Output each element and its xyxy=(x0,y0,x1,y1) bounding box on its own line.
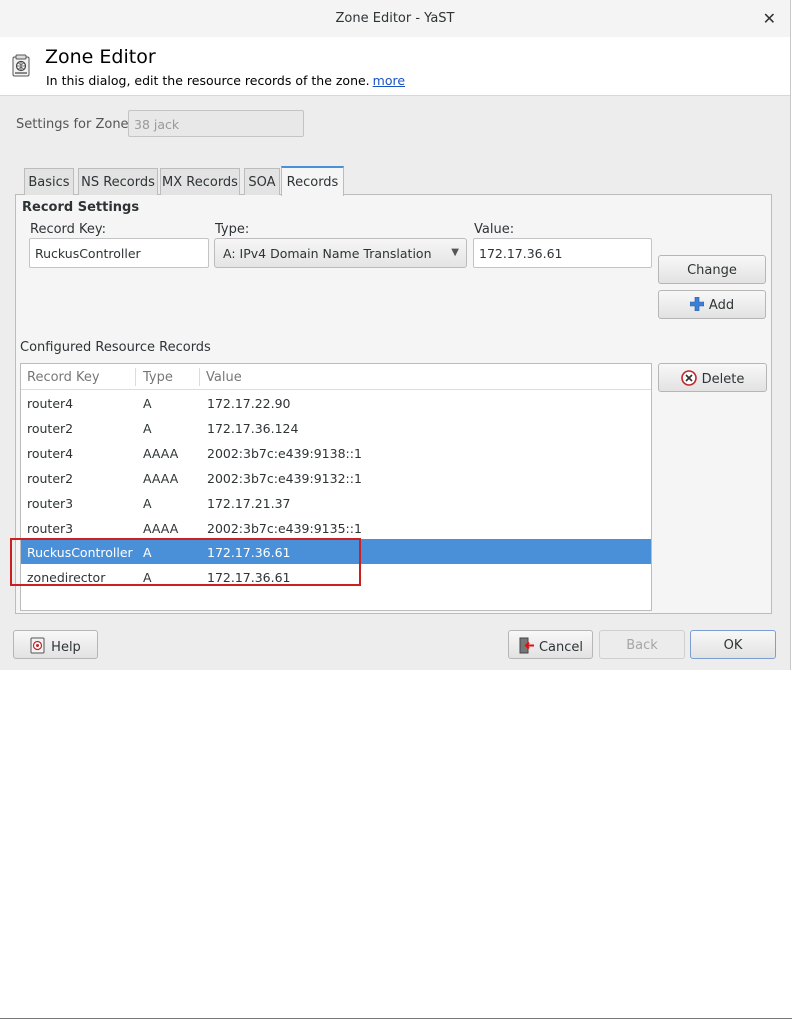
window-titlebar[interactable]: Zone Editor - YaST ✕ xyxy=(0,0,790,38)
table-row[interactable]: router3 A 172.17.21.37 xyxy=(21,490,651,515)
add-button[interactable]: Add xyxy=(658,290,766,319)
table-row[interactable]: router2 A 172.17.36.124 xyxy=(21,415,651,440)
row-type: AAAA xyxy=(143,446,179,461)
row-type: A xyxy=(143,496,152,511)
record-value-field[interactable]: 172.17.36.61 xyxy=(473,238,652,268)
page-bottom-divider xyxy=(0,1018,792,1019)
table-row[interactable]: router4 A 172.17.22.90 xyxy=(21,390,651,415)
row-value: 172.17.36.124 xyxy=(207,421,299,436)
change-button[interactable]: Change xyxy=(658,255,766,284)
help-button-label: Help xyxy=(51,640,81,655)
column-header-value[interactable]: Value xyxy=(206,370,242,385)
table-row[interactable]: router2 AAAA 2002:3b7c:e439:9132::1 xyxy=(21,465,651,490)
tab-basics[interactable]: Basics xyxy=(24,168,74,195)
chevron-down-icon: ▼ xyxy=(451,247,459,258)
window-title: Zone Editor - YaST xyxy=(335,11,455,26)
row-type: A xyxy=(143,396,152,411)
row-type: A xyxy=(143,570,152,585)
zone-name-field: 38 jack xyxy=(128,110,304,137)
zone-label: Settings for Zone xyxy=(16,117,129,132)
delete-button[interactable]: Delete xyxy=(658,363,767,392)
table-header: Record Key Type Value xyxy=(21,364,651,390)
ok-button[interactable]: OK xyxy=(690,630,776,659)
column-separator xyxy=(199,368,200,386)
row-type: A xyxy=(143,545,152,560)
type-label: Type: xyxy=(215,222,250,237)
exit-icon xyxy=(519,637,534,654)
row-record-key: router2 xyxy=(27,421,74,436)
type-select-value: A: IPv4 Domain Name Translation xyxy=(223,246,432,261)
column-header-type[interactable]: Type xyxy=(143,370,173,385)
tab-mx-records[interactable]: MX Records xyxy=(160,168,240,195)
tab-ns-records[interactable]: NS Records xyxy=(78,168,158,195)
table-row[interactable]: zonedirector A 172.17.36.61 xyxy=(21,564,651,589)
row-record-key: router3 xyxy=(27,521,74,536)
table-row[interactable]: router3 AAAA 2002:3b7c:e439:9135::1 xyxy=(21,515,651,540)
add-button-label: Add xyxy=(708,298,735,313)
row-record-key: RuckusController xyxy=(27,545,133,560)
more-link[interactable]: more xyxy=(373,73,405,88)
cancel-button[interactable]: Cancel xyxy=(508,630,593,659)
change-button-label: Change xyxy=(687,263,737,278)
type-select[interactable]: A: IPv4 Domain Name Translation ▼ xyxy=(214,238,467,268)
help-button[interactable]: Help xyxy=(13,630,98,659)
row-record-key: router4 xyxy=(27,396,74,411)
close-icon[interactable]: ✕ xyxy=(763,9,776,28)
ok-button-label: OK xyxy=(723,638,743,653)
description-text: In this dialog, edit the resource record… xyxy=(46,73,370,88)
help-book-icon xyxy=(30,637,45,654)
row-value: 2002:3b7c:e439:9135::1 xyxy=(207,521,362,536)
row-value: 172.17.36.61 xyxy=(207,570,291,585)
table-row[interactable]: router4 AAAA 2002:3b7c:e439:9138::1 xyxy=(21,440,651,465)
record-key-label: Record Key: xyxy=(30,222,107,237)
configured-records-label: Configured Resource Records xyxy=(20,340,211,355)
zone-editor-icon xyxy=(12,54,30,77)
yast-window: Zone Editor - YaST ✕ Zone Editor In this… xyxy=(0,0,791,670)
column-header-record-key[interactable]: Record Key xyxy=(27,370,100,385)
page-title: Zone Editor xyxy=(45,46,156,68)
row-value: 172.17.22.90 xyxy=(207,396,291,411)
row-value: 2002:3b7c:e439:9138::1 xyxy=(207,446,362,461)
row-record-key: router4 xyxy=(27,446,74,461)
delete-icon xyxy=(680,370,697,386)
record-key-field[interactable]: RuckusController xyxy=(29,238,209,268)
back-button[interactable]: Back xyxy=(599,630,685,659)
column-separator xyxy=(135,368,136,386)
cancel-button-label: Cancel xyxy=(538,640,584,655)
row-type: AAAA xyxy=(143,471,179,486)
row-record-key: zonedirector xyxy=(27,570,106,585)
row-type: A xyxy=(143,421,152,436)
row-record-key: router3 xyxy=(27,496,74,511)
plus-icon xyxy=(689,296,705,312)
records-table[interactable]: Record Key Type Value router4 A 172.17.2… xyxy=(20,363,652,611)
back-button-label: Back xyxy=(626,638,658,653)
page-description: In this dialog, edit the resource record… xyxy=(46,73,405,88)
row-record-key: router2 xyxy=(27,471,74,486)
row-value: 172.17.36.61 xyxy=(207,545,291,560)
row-value: 172.17.21.37 xyxy=(207,496,291,511)
tab-records[interactable]: Records xyxy=(281,166,344,196)
row-value: 2002:3b7c:e439:9132::1 xyxy=(207,471,362,486)
delete-button-label: Delete xyxy=(701,372,745,387)
table-row-selected[interactable]: RuckusController A 172.17.36.61 xyxy=(21,539,651,564)
row-type: AAAA xyxy=(143,521,179,536)
record-settings-title: Record Settings xyxy=(22,200,140,215)
dialog-header: Zone Editor In this dialog, edit the res… xyxy=(0,37,790,96)
tab-soa[interactable]: SOA xyxy=(244,168,280,195)
value-label: Value: xyxy=(474,222,515,237)
